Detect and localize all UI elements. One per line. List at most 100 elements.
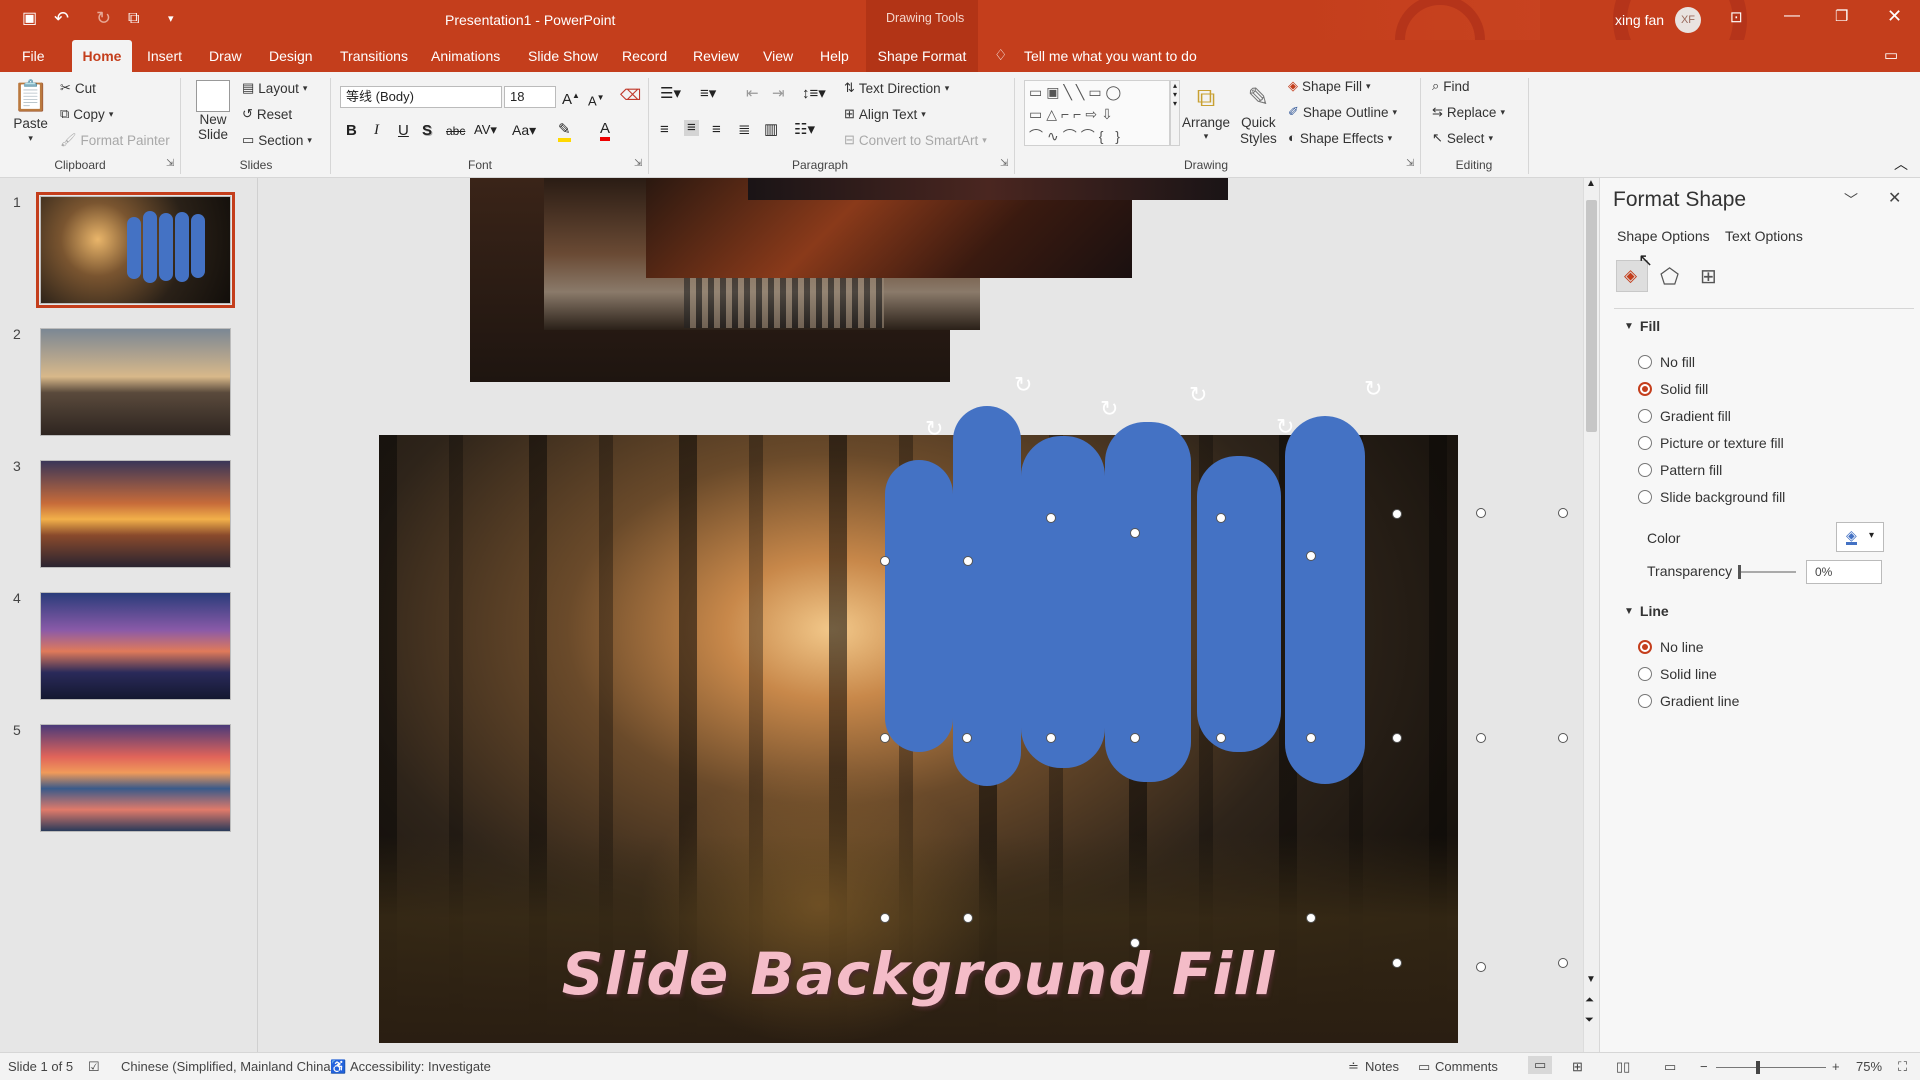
font-size-combo[interactable]: 18: [504, 86, 556, 108]
char-spacing-icon[interactable]: AV▾: [474, 122, 497, 138]
resize-handle[interactable]: [1558, 508, 1568, 518]
tab-draw[interactable]: Draw: [201, 40, 250, 72]
resize-handle[interactable]: [880, 556, 890, 566]
radio-gradient-line[interactable]: Gradient line: [1638, 693, 1739, 709]
normal-view-icon[interactable]: ▭: [1528, 1056, 1553, 1074]
align-center-icon[interactable]: ≡: [684, 120, 699, 136]
spelling-icon[interactable]: ☑: [88, 1059, 100, 1075]
shapes-gallery-scroll[interactable]: ▴ ▾ ▾: [1170, 80, 1180, 146]
font-name-combo[interactable]: 等线 (Body): [340, 86, 502, 108]
tab-slide-show[interactable]: Slide Show: [520, 40, 606, 72]
transparency-slider[interactable]: [1738, 565, 1796, 579]
align-text-button[interactable]: ⊞ Align Text ▾: [844, 106, 926, 122]
radio-slide-background-fill[interactable]: Slide background fill: [1638, 489, 1785, 505]
shapes-gallery[interactable]: ▭▣╲╲▭◯ ▭△⌐⌐⇨⇩ ⌒∿⌒⌒{ }: [1024, 80, 1170, 146]
bold-icon[interactable]: B: [346, 122, 357, 139]
resize-handle[interactable]: [1558, 958, 1568, 968]
radio-no-line[interactable]: No line: [1638, 639, 1704, 655]
customize-toolbar-icon[interactable]: ▾: [168, 11, 174, 27]
line-section-header[interactable]: ▼ Line: [1624, 603, 1669, 619]
size-properties-icon[interactable]: ⊞: [1700, 264, 1717, 289]
smartart-button[interactable]: ⊟ Convert to SmartArt ▾: [844, 132, 987, 148]
rotate-handle-icon[interactable]: ↻: [925, 418, 943, 440]
resize-handle[interactable]: [1306, 733, 1316, 743]
slide-thumbnail-1[interactable]: [36, 192, 235, 308]
resize-handle[interactable]: [1476, 508, 1486, 518]
comments-icon[interactable]: ▭: [1884, 48, 1898, 64]
resize-handle[interactable]: [1476, 733, 1486, 743]
accessibility-status[interactable]: Accessibility: Investigate: [350, 1059, 491, 1074]
decrease-indent-icon[interactable]: ⇤: [746, 86, 759, 102]
previous-slide-icon[interactable]: ⏶: [1585, 994, 1594, 1007]
close-pane-icon[interactable]: ✕: [1888, 188, 1901, 208]
quick-styles-button[interactable]: ✎ Quick Styles: [1240, 80, 1277, 146]
undo-icon[interactable]: ↶: [54, 9, 69, 27]
underline-icon[interactable]: U: [398, 122, 409, 139]
find-button[interactable]: ⌕ Find: [1432, 78, 1470, 94]
start-slideshow-icon[interactable]: ⧉: [128, 11, 139, 27]
paste-button[interactable]: 📋 Paste ▾: [12, 80, 49, 144]
redo-icon[interactable]: ↻: [96, 9, 111, 27]
resize-handle[interactable]: [1558, 733, 1568, 743]
tab-view[interactable]: View: [755, 40, 801, 72]
reset-button[interactable]: ↺ Reset: [242, 106, 292, 122]
tab-text-options[interactable]: Text Options: [1725, 228, 1803, 244]
drawing-dialog-icon[interactable]: ⇲: [1406, 158, 1414, 169]
zoom-in-icon[interactable]: +: [1832, 1059, 1840, 1074]
resize-handle[interactable]: [1130, 528, 1140, 538]
shadow-icon[interactable]: S: [422, 122, 432, 139]
rounded-rectangle-shape[interactable]: [1197, 456, 1281, 752]
resize-handle[interactable]: [1130, 938, 1140, 948]
tab-animations[interactable]: Animations: [423, 40, 508, 72]
pentagon-effects-icon[interactable]: ⬠: [1660, 264, 1679, 290]
tab-record[interactable]: Record: [614, 40, 675, 72]
restore-icon[interactable]: ❐: [1835, 9, 1848, 25]
radio-solid-line[interactable]: Solid line: [1638, 666, 1717, 682]
decrease-font-icon[interactable]: A▼: [588, 90, 605, 109]
italic-icon[interactable]: I: [374, 122, 379, 139]
format-painter-button[interactable]: 🖌 Format Painter: [60, 132, 170, 148]
rounded-rectangle-shape[interactable]: [1105, 422, 1191, 782]
rotate-handle-icon[interactable]: ↻: [1100, 398, 1118, 420]
avatar[interactable]: XF: [1675, 7, 1701, 33]
resize-handle[interactable]: [1306, 913, 1316, 923]
bullets-icon[interactable]: ☰▾: [660, 86, 681, 102]
tab-file[interactable]: File: [14, 40, 53, 72]
scroll-thumb[interactable]: [1586, 200, 1597, 432]
line-spacing-icon[interactable]: ↕≡▾: [802, 86, 826, 102]
slider-thumb[interactable]: [1738, 565, 1741, 579]
increase-font-icon[interactable]: A▲: [562, 88, 580, 108]
shape-outline-button[interactable]: ✐ Shape Outline ▾: [1288, 104, 1397, 120]
comments-button[interactable]: Comments: [1435, 1059, 1498, 1074]
zoom-out-icon[interactable]: −: [1700, 1059, 1708, 1074]
slide-thumbnail-2[interactable]: [40, 328, 231, 436]
collapse-ribbon-icon[interactable]: ︿: [1894, 154, 1908, 174]
zoom-level[interactable]: 75%: [1856, 1059, 1882, 1074]
align-left-icon[interactable]: ≡: [660, 122, 669, 138]
font-dialog-icon[interactable]: ⇲: [634, 158, 642, 169]
tab-home[interactable]: Home: [72, 40, 132, 72]
slide-thumbnail-3[interactable]: [40, 460, 231, 568]
paragraph-dialog-icon[interactable]: ⇲: [1000, 158, 1008, 169]
resize-handle[interactable]: [962, 733, 972, 743]
strikethrough-icon[interactable]: abc: [446, 124, 465, 138]
close-window-icon[interactable]: ✕: [1887, 7, 1902, 25]
tab-transitions[interactable]: Transitions: [332, 40, 416, 72]
copy-button[interactable]: ⧉ Copy ▾: [60, 106, 113, 122]
scroll-down-icon[interactable]: ▼: [1586, 974, 1596, 985]
clear-formatting-icon[interactable]: ⌫: [620, 88, 641, 104]
rounded-rectangle-shape[interactable]: [1285, 416, 1365, 784]
rounded-rectangle-shape[interactable]: [1021, 436, 1105, 768]
image-layer[interactable]: [748, 178, 1228, 200]
slide-thumbnail-5[interactable]: [40, 724, 231, 832]
tab-design[interactable]: Design: [261, 40, 321, 72]
resize-handle[interactable]: [1130, 733, 1140, 743]
pane-options-icon[interactable]: ﹀: [1844, 190, 1858, 210]
tab-shape-options[interactable]: Shape Options: [1617, 228, 1710, 244]
highlight-icon[interactable]: ✎: [558, 120, 571, 142]
radio-pattern-fill[interactable]: Pattern fill: [1638, 462, 1722, 478]
radio-gradient-fill[interactable]: Gradient fill: [1638, 408, 1731, 424]
increase-indent-icon[interactable]: ⇥: [772, 86, 785, 102]
radio-picture-texture-fill[interactable]: Picture or texture fill: [1638, 435, 1784, 451]
scroll-up-icon[interactable]: ▲: [1586, 178, 1596, 189]
